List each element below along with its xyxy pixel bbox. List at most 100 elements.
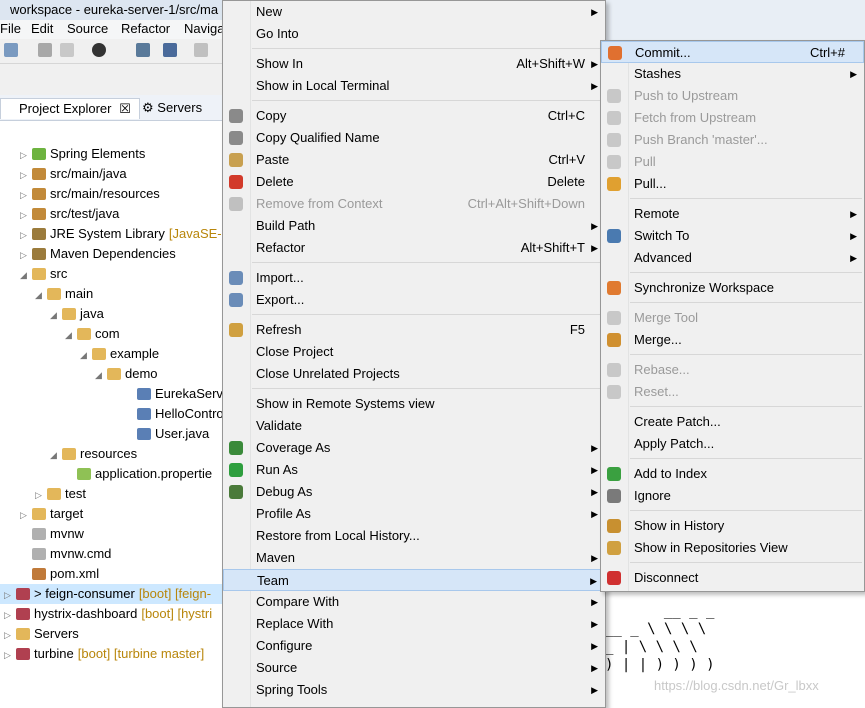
tree-item-hellocontrol[interactable]: HelloControl: [125, 404, 227, 424]
save-icon[interactable]: [38, 43, 52, 57]
tree-item-test[interactable]: ▷ test: [35, 484, 86, 504]
tree-item-src-main-java[interactable]: ▷ src/main/java: [20, 164, 127, 184]
menu-item-add-to-index[interactable]: Add to Index: [601, 463, 864, 485]
menu-item-apply-patch[interactable]: Apply Patch...: [601, 433, 864, 455]
menu-item-import[interactable]: Import...: [223, 267, 605, 289]
menu-refactor[interactable]: Refactor: [121, 21, 170, 36]
menu-item-copy[interactable]: Copy Ctrl+C: [223, 105, 605, 127]
user-icon[interactable]: [92, 43, 106, 57]
tree-item-feign-consumer[interactable]: ▷ > feign-consumer [boot] [feign-: [0, 584, 226, 604]
expand-toggle-icon[interactable]: ▷: [20, 505, 30, 525]
expand-toggle-icon[interactable]: ◢: [95, 365, 105, 385]
tree-item-hystrix-dashboard[interactable]: ▷ hystrix-dashboard [boot] [hystri: [4, 604, 212, 624]
tree-item-src-test-java[interactable]: ▷ src/test/java: [20, 204, 119, 224]
tree-item-servers[interactable]: ▷ Servers: [4, 624, 79, 644]
menu-item-close-unrelated-projects[interactable]: Close Unrelated Projects: [223, 363, 605, 385]
tree-item-maven-dependencies[interactable]: ▷ Maven Dependencies: [20, 244, 176, 264]
menu-item-restore-from-local-history[interactable]: Restore from Local History...: [223, 525, 605, 547]
menu-item-paste[interactable]: Paste Ctrl+V: [223, 149, 605, 171]
menu-item-team[interactable]: Team ▶: [223, 569, 605, 591]
tree-item-pom-xml[interactable]: pom.xml: [20, 564, 99, 584]
tree-item-demo[interactable]: ◢ demo: [95, 364, 158, 384]
close-icon[interactable]: ☒: [119, 101, 131, 116]
menu-item-debug-as[interactable]: Debug As ▶: [223, 481, 605, 503]
menu-item-delete[interactable]: Delete Delete: [223, 171, 605, 193]
menu-item-show-in[interactable]: Show In Alt+Shift+W ▶: [223, 53, 605, 75]
tab-project-explorer[interactable]: Project Explorer ☒: [0, 98, 140, 119]
tree-item-mvnw[interactable]: mvnw: [20, 524, 84, 544]
menu-item-remote[interactable]: Remote ▶: [601, 203, 864, 225]
menu-item-show-in-history[interactable]: Show in History: [601, 515, 864, 537]
tree-item-example[interactable]: ◢ example: [80, 344, 159, 364]
expand-toggle-icon[interactable]: ▷: [35, 485, 45, 505]
menu-item-disconnect[interactable]: Disconnect: [601, 567, 864, 589]
menu-item-go-into[interactable]: Go Into: [223, 23, 605, 45]
tree-item-main[interactable]: ◢ main: [35, 284, 93, 304]
tree-item-application-propertie[interactable]: application.propertie: [65, 464, 212, 484]
menu-item-show-in-repositories-view[interactable]: Show in Repositories View: [601, 537, 864, 559]
menu-source[interactable]: Source: [67, 21, 108, 36]
tree-item-user-java[interactable]: User.java: [125, 424, 209, 444]
menu-item-configure[interactable]: Configure ▶: [223, 635, 605, 657]
expand-toggle-icon[interactable]: ▷: [20, 185, 30, 205]
expand-toggle-icon[interactable]: ▷: [20, 225, 30, 245]
tree-item-resources[interactable]: ◢ resources: [50, 444, 137, 464]
expand-toggle-icon[interactable]: ◢: [65, 325, 75, 345]
menu-item-synchronize-workspace[interactable]: Synchronize Workspace: [601, 277, 864, 299]
expand-toggle-icon[interactable]: ◢: [50, 445, 60, 465]
menu-item-switch-to[interactable]: Switch To ▶: [601, 225, 864, 247]
tree-item-jre-system-library[interactable]: ▷ JRE System Library [JavaSE-1.: [20, 224, 232, 244]
tree-item-spring-elements[interactable]: ▷ Spring Elements: [20, 144, 145, 164]
expand-toggle-icon[interactable]: ▷: [20, 205, 30, 225]
expand-toggle-icon[interactable]: ▷: [4, 585, 14, 605]
tree-item-java[interactable]: ◢ java: [50, 304, 104, 324]
expand-toggle-icon[interactable]: ▷: [4, 645, 14, 665]
run-toolbar-icon[interactable]: [194, 43, 208, 57]
expand-toggle-icon[interactable]: ▷: [20, 145, 30, 165]
expand-toggle-icon[interactable]: ◢: [35, 285, 45, 305]
menu-item-build-path[interactable]: Build Path ▶: [223, 215, 605, 237]
tree-item-src[interactable]: ◢ src: [20, 264, 67, 284]
menu-item-validate[interactable]: Validate: [223, 415, 605, 437]
menu-item-create-patch[interactable]: Create Patch...: [601, 411, 864, 433]
menu-item-copy-qualified-name[interactable]: Copy Qualified Name: [223, 127, 605, 149]
menu-item-compare-with[interactable]: Compare With ▶: [223, 591, 605, 613]
menu-item-run-as[interactable]: Run As ▶: [223, 459, 605, 481]
menu-item-new[interactable]: New ▶: [223, 1, 605, 23]
menu-item-show-in-local-terminal[interactable]: Show in Local Terminal ▶: [223, 75, 605, 97]
menu-item-source[interactable]: Source ▶: [223, 657, 605, 679]
expand-toggle-icon[interactable]: ▷: [20, 165, 30, 185]
menu-item-show-in-remote-systems-view[interactable]: Show in Remote Systems view: [223, 393, 605, 415]
menu-item-pull[interactable]: Pull...: [601, 173, 864, 195]
menu-item-ignore[interactable]: Ignore: [601, 485, 864, 507]
tree-item-eurekaserver[interactable]: EurekaServer: [125, 384, 234, 404]
menu-item-advanced[interactable]: Advanced ▶: [601, 247, 864, 269]
menu-item-spring-tools[interactable]: Spring Tools ▶: [223, 679, 605, 701]
menu-item-export[interactable]: Export...: [223, 289, 605, 311]
expand-toggle-icon[interactable]: ▷: [4, 625, 14, 645]
expand-toggle-icon[interactable]: ◢: [50, 305, 60, 325]
menu-item-stashes[interactable]: Stashes ▶: [601, 63, 864, 85]
expand-toggle-icon[interactable]: ◢: [20, 265, 30, 285]
skip-breakpoints-icon[interactable]: [163, 43, 177, 57]
tree-item-target[interactable]: ▷ target: [20, 504, 83, 524]
tree-item-src-main-resources[interactable]: ▷ src/main/resources: [20, 184, 160, 204]
console-icon[interactable]: [136, 43, 150, 57]
menu-item-refactor[interactable]: Refactor Alt+Shift+T ▶: [223, 237, 605, 259]
save-all-icon[interactable]: [60, 43, 74, 57]
menu-item-commit[interactable]: Commit... Ctrl+#: [601, 41, 864, 63]
menu-file[interactable]: File: [0, 21, 21, 36]
menu-item-close-project[interactable]: Close Project: [223, 341, 605, 363]
tree-item-turbine[interactable]: ▷ turbine [boot] [turbine master]: [4, 644, 204, 664]
tree-item-com[interactable]: ◢ com: [65, 324, 120, 344]
menu-edit[interactable]: Edit: [31, 21, 53, 36]
tree-item-mvnw-cmd[interactable]: mvnw.cmd: [20, 544, 111, 564]
menu-item-coverage-as[interactable]: Coverage As ▶: [223, 437, 605, 459]
tab-servers[interactable]: ⚙ Servers: [138, 98, 206, 118]
new-icon[interactable]: [4, 43, 18, 57]
menu-item-maven[interactable]: Maven ▶: [223, 547, 605, 569]
menu-item-merge[interactable]: Merge...: [601, 329, 864, 351]
menu-navigate[interactable]: Naviga: [184, 21, 224, 36]
expand-toggle-icon[interactable]: ▷: [20, 245, 30, 265]
menu-item-replace-with[interactable]: Replace With ▶: [223, 613, 605, 635]
